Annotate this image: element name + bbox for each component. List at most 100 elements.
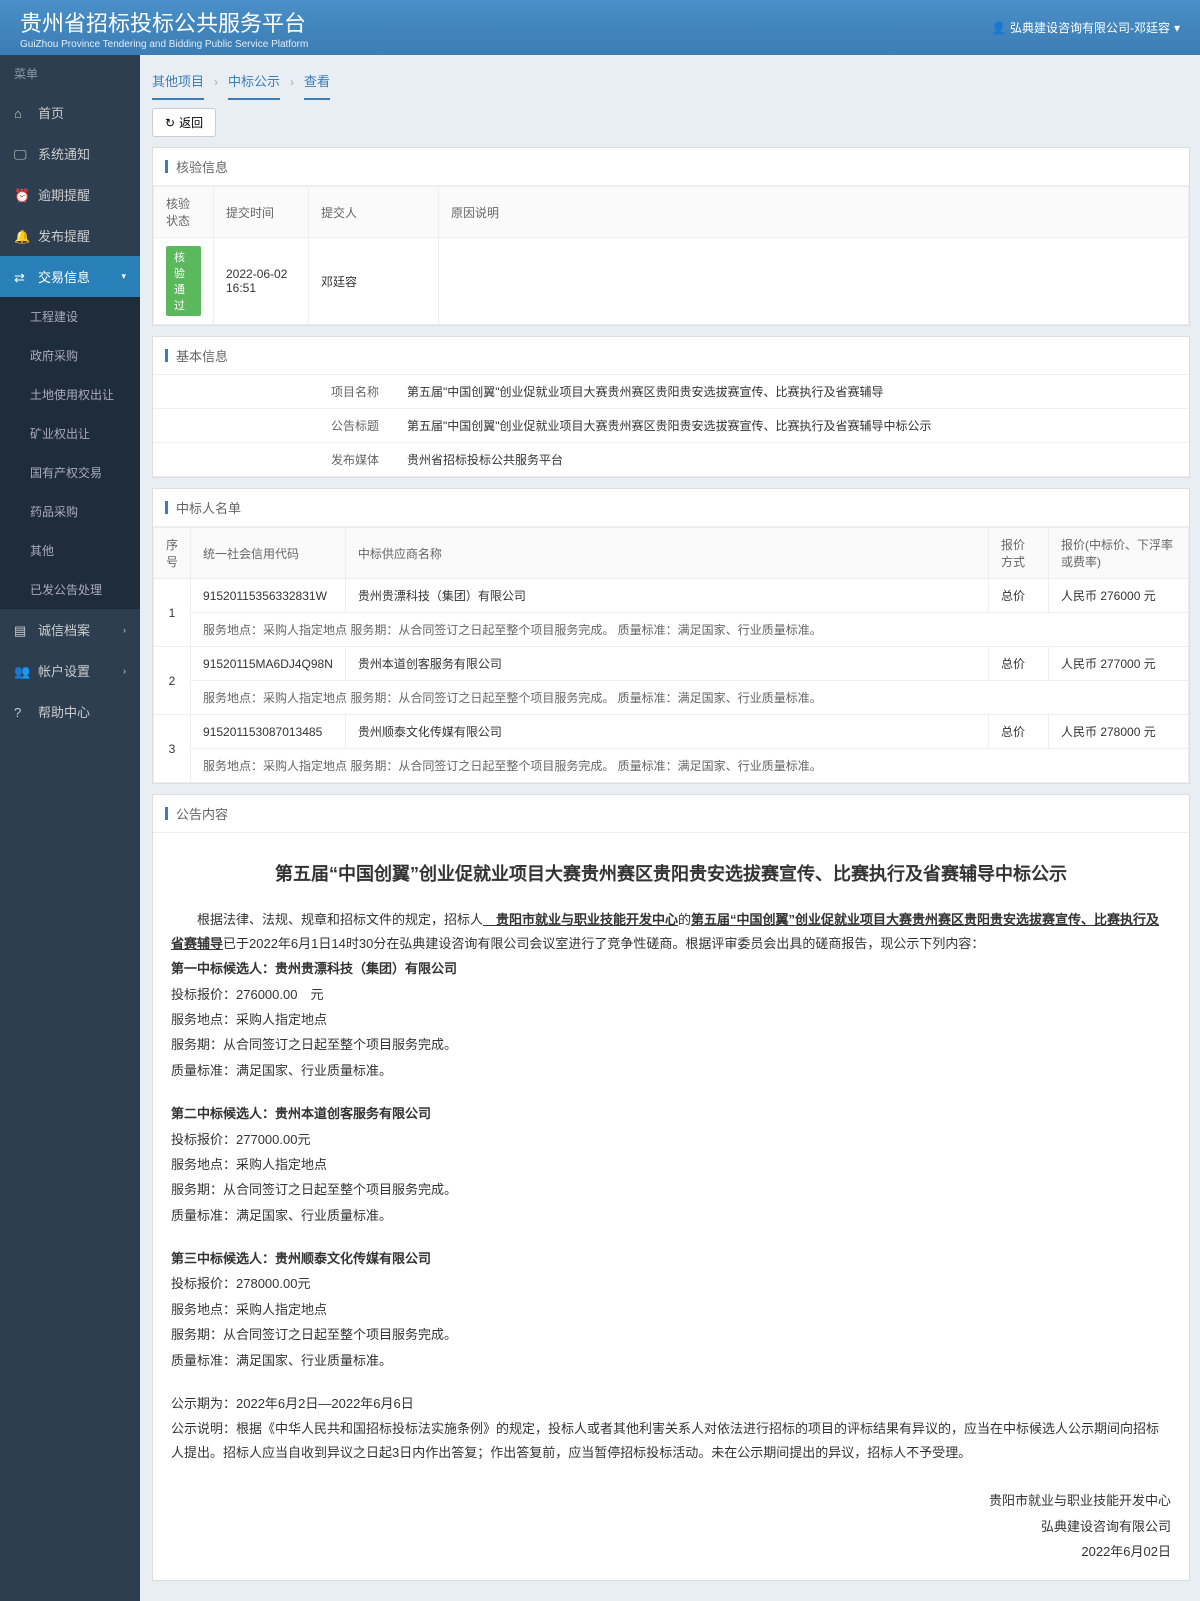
cell-price: 人民币 278000 元 [1049,715,1189,749]
panel-notice: 公告内容 第五届“中国创翼”创业促就业项目大赛贵州赛区贵阳贵安选拔赛宣传、比赛执… [152,794,1190,1581]
sidebar-item-trade[interactable]: ⇄交易信息▾ [0,256,140,297]
caret-down-icon: ▾ [1174,21,1180,35]
sidebar-item-overdue[interactable]: ⏰逾期提醒 [0,174,140,215]
cell-no: 1 [154,579,191,647]
table-row: 1 91520115356332831W 贵州贵漂科技（集团）有限公司 总价 人… [154,579,1189,613]
bell-icon: 🔔 [14,229,28,243]
back-button[interactable]: ↻ 返回 [152,108,216,137]
user-menu[interactable]: 👤 弘典建设咨询有限公司-邓廷容 ▾ [991,19,1180,36]
candidate2-qual: 质量标准：满足国家、行业质量标准。 [171,1204,1171,1227]
val-ann-title: 第五届"中国创翼"创业促就业项目大赛贵州赛区贵阳贵安选拔赛宣传、比赛执行及省赛辅… [393,409,1189,442]
intro-buyer: 贵阳市就业与职业技能开发中心 [483,912,678,927]
candidate2-price: 投标报价：277000.00元 [171,1128,1171,1151]
table-row: 3 915201153087013485 贵州顺泰文化传媒有限公司 总价 人民币… [154,715,1189,749]
sidebar-sub-state[interactable]: 国有产权交易 [0,453,140,492]
cell-code: 91520115356332831W [191,579,346,613]
chevron-right-icon: › [123,666,126,676]
sidebar-sub-eng[interactable]: 工程建设 [0,297,140,336]
cell-detail: 服务地点：采购人指定地点 服务期：从合同签订之日起至整个项目服务完成。 质量标准… [191,681,1189,715]
breadcrumb-a[interactable]: 其他项目 [152,71,204,100]
cell-code: 915201153087013485 [191,715,346,749]
sidebar-item-publish[interactable]: 🔔发布提醒 [0,215,140,256]
breadcrumb: 其他项目 › 中标公示 › 查看 [146,65,1190,100]
cell-detail: 服务地点：采购人指定地点 服务期：从合同签订之日起至整个项目服务完成。 质量标准… [191,749,1189,783]
breadcrumb-sep: › [214,75,218,97]
sidebar-item-label: 诚信档案 [38,620,90,639]
cell-method: 总价 [989,715,1049,749]
cell-detail: 服务地点：采购人指定地点 服务期：从合同签订之日起至整个项目服务完成。 质量标准… [191,613,1189,647]
candidate3-price: 投标报价：278000.00元 [171,1272,1171,1295]
sidebar-sub-other[interactable]: 其他 [0,531,140,570]
sidebar-item-sysnotice[interactable]: 🖵 系统通知 [0,133,140,174]
sidebar-item-label: 首页 [38,103,64,122]
cell-person: 邓廷容 [309,238,439,325]
exchange-icon: ⇄ [14,270,28,284]
signature-2: 弘典建设咨询有限公司 [171,1515,1171,1538]
sidebar-item-account[interactable]: 👥帐户设置› [0,650,140,691]
sidebar-sub-drug[interactable]: 药品采购 [0,492,140,531]
sidebar-item-integrity[interactable]: ▤诚信档案› [0,609,140,650]
label-ann-title: 公告标题 [153,409,393,442]
back-icon: ↻ [165,116,175,130]
th-method: 报价方式 [989,528,1049,579]
status-badge: 核验通过 [166,246,201,316]
table-detail-row: 服务地点：采购人指定地点 服务期：从合同签订之日起至整个项目服务完成。 质量标准… [154,681,1189,715]
clock-icon: ⏰ [14,188,28,202]
candidate3-title: 第三中标候选人：贵州顺泰文化传媒有限公司 [171,1247,1171,1270]
cell-price: 人民币 276000 元 [1049,579,1189,613]
site-title: 贵州省招标投标公共服务平台 [20,6,308,38]
panel-title: 核验信息 [176,157,228,176]
monitor-icon: 🖵 [14,147,28,161]
panel-title: 公告内容 [176,804,228,823]
cell-code: 91520115MA6DJ4Q98N [191,647,346,681]
cell-price: 人民币 277000 元 [1049,647,1189,681]
cell-name: 贵州贵漂科技（集团）有限公司 [345,579,988,613]
sidebar-item-label: 交易信息 [38,267,90,286]
chevron-right-icon: › [123,625,126,635]
main-content: 其他项目 › 中标公示 › 查看 ↻返回 核验信息 核验状态 提交时间 提交人 … [140,55,1200,1601]
panel-title: 中标人名单 [176,498,241,517]
user-icon: 👤 [991,21,1006,35]
sidebar-item-label: 工程建设 [30,308,78,325]
th-no: 序号 [154,528,191,579]
candidate3-svc: 服务期：从合同签订之日起至整个项目服务完成。 [171,1323,1171,1346]
sidebar-item-label: 药品采购 [30,503,78,520]
th-reason: 原因说明 [439,187,1189,238]
sidebar-sub-sent[interactable]: 已发公告处理 [0,570,140,609]
sidebar-sub-land[interactable]: 土地使用权出让 [0,375,140,414]
sidebar-item-help[interactable]: ?帮助中心 [0,691,140,732]
panel-head: 核验信息 [153,148,1189,186]
th-name: 中标供应商名称 [345,528,988,579]
candidate3-loc: 服务地点：采购人指定地点 [171,1298,1171,1321]
cell-no: 2 [154,647,191,715]
th-status: 核验状态 [154,187,214,238]
candidate1-price: 投标报价：276000.00 元 [171,983,1171,1006]
sidebar-item-label: 政府采购 [30,347,78,364]
sidebar-item-label: 土地使用权出让 [30,386,114,403]
candidate2-title: 第二中标候选人：贵州本道创客服务有限公司 [171,1102,1171,1125]
candidate1-svc: 服务期：从合同签订之日起至整个项目服务完成。 [171,1033,1171,1056]
breadcrumb-sep: › [290,75,294,97]
back-label: 返回 [179,114,203,131]
cell-reason [439,238,1189,325]
cell-method: 总价 [989,647,1049,681]
breadcrumb-b[interactable]: 中标公示 [228,71,280,100]
sidebar-item-label: 帐户设置 [38,661,90,680]
breadcrumb-c[interactable]: 查看 [304,71,330,100]
notice-heading: 第五届“中国创翼”创业促就业项目大赛贵州赛区贵阳贵安选拔赛宣传、比赛执行及省赛辅… [171,858,1171,890]
intro-text: 的 [678,912,691,927]
bidders-table: 序号 统一社会信用代码 中标供应商名称 报价方式 报价(中标价、下浮率或费率) … [153,527,1189,783]
sidebar-item-label: 国有产权交易 [30,464,102,481]
help-icon: ? [14,705,28,719]
signature-1: 贵阳市就业与职业技能开发中心 [171,1489,1171,1512]
sidebar-item-home[interactable]: ⌂首页 [0,92,140,133]
sidebar-item-label: 系统通知 [38,144,90,163]
th-time: 提交时间 [214,187,309,238]
intro-text: 根据法律、法规、规章和招标文件的规定，招标人 [197,912,483,927]
cell-name: 贵州顺泰文化传媒有限公司 [345,715,988,749]
sidebar-sub-mine[interactable]: 矿业权出让 [0,414,140,453]
site-subtitle: GuiZhou Province Tendering and Bidding P… [20,39,308,50]
sidebar-sub-gov[interactable]: 政府采购 [0,336,140,375]
label-media: 发布媒体 [153,443,393,476]
panel-head: 公告内容 [153,795,1189,833]
